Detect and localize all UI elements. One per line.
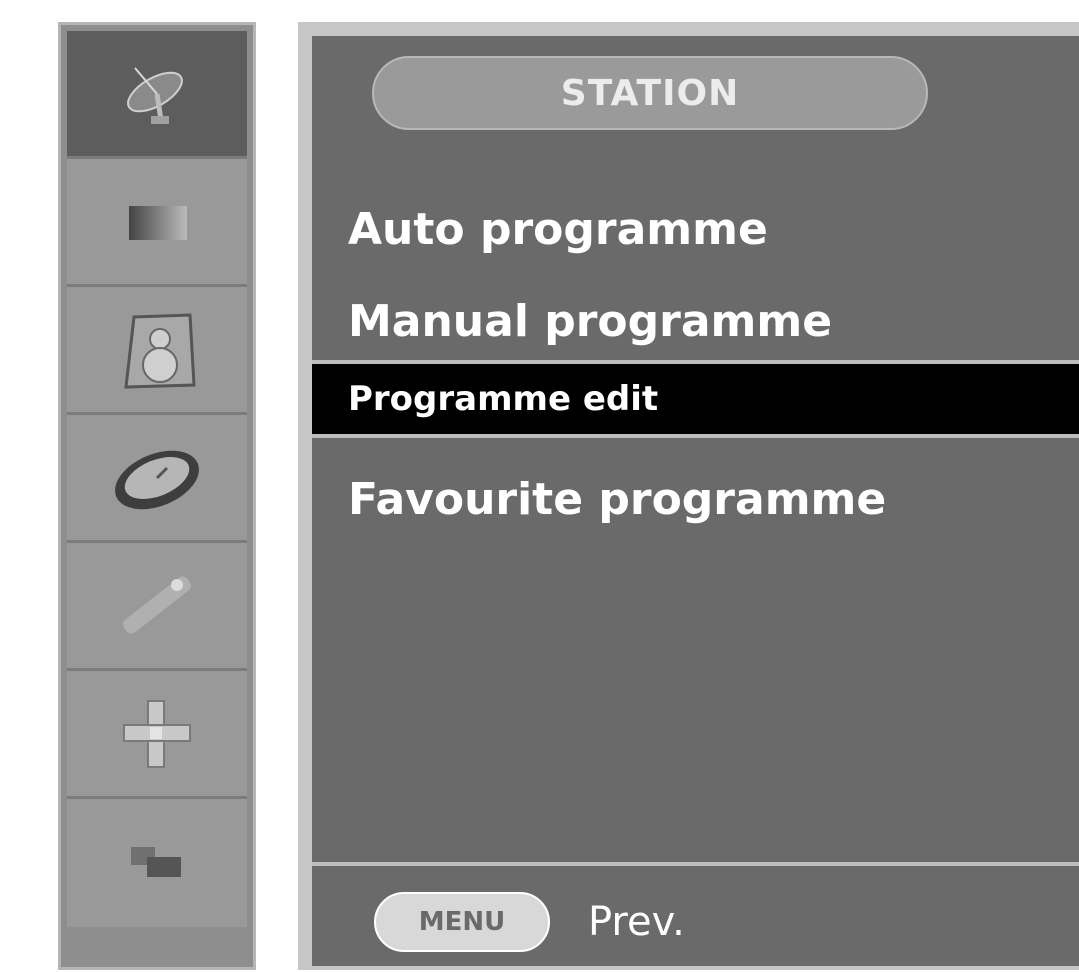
- sidebar-item-picture[interactable]: [67, 159, 247, 287]
- sidebar-item-screen[interactable]: [67, 671, 247, 799]
- sidebar-item-sound[interactable]: [67, 287, 247, 415]
- input-icon: [117, 833, 197, 893]
- menu-item-auto-programme[interactable]: Auto programme: [348, 190, 768, 270]
- sidebar-item-option[interactable]: [67, 543, 247, 671]
- menu-item-programme-edit[interactable]: Programme edit: [312, 360, 1079, 438]
- sidebar-item-time[interactable]: [67, 415, 247, 543]
- screen-adjust-icon: [112, 689, 202, 779]
- time-icon: [107, 438, 207, 518]
- station-menu-panel: STATION Auto programme Manual programme …: [298, 22, 1079, 970]
- sidebar-item-input[interactable]: [67, 799, 247, 927]
- footer-divider: [312, 862, 1079, 866]
- satellite-dish-icon: [117, 54, 197, 134]
- picture-icon: [117, 192, 197, 252]
- menu-item-favourite-programme[interactable]: Favourite programme: [348, 460, 886, 540]
- menu-category-sidebar: [58, 22, 256, 970]
- sidebar-item-station[interactable]: [67, 31, 247, 159]
- option-icon: [107, 561, 207, 651]
- sound-icon: [112, 305, 202, 395]
- menu-title: STATION: [372, 56, 928, 130]
- menu-item-manual-programme[interactable]: Manual programme: [348, 282, 832, 362]
- menu-key-button[interactable]: MENU: [374, 892, 550, 952]
- menu-body: STATION Auto programme Manual programme …: [312, 36, 1079, 966]
- prev-label: Prev.: [588, 899, 685, 945]
- tv-osd-screen: STATION Auto programme Manual programme …: [0, 0, 1079, 972]
